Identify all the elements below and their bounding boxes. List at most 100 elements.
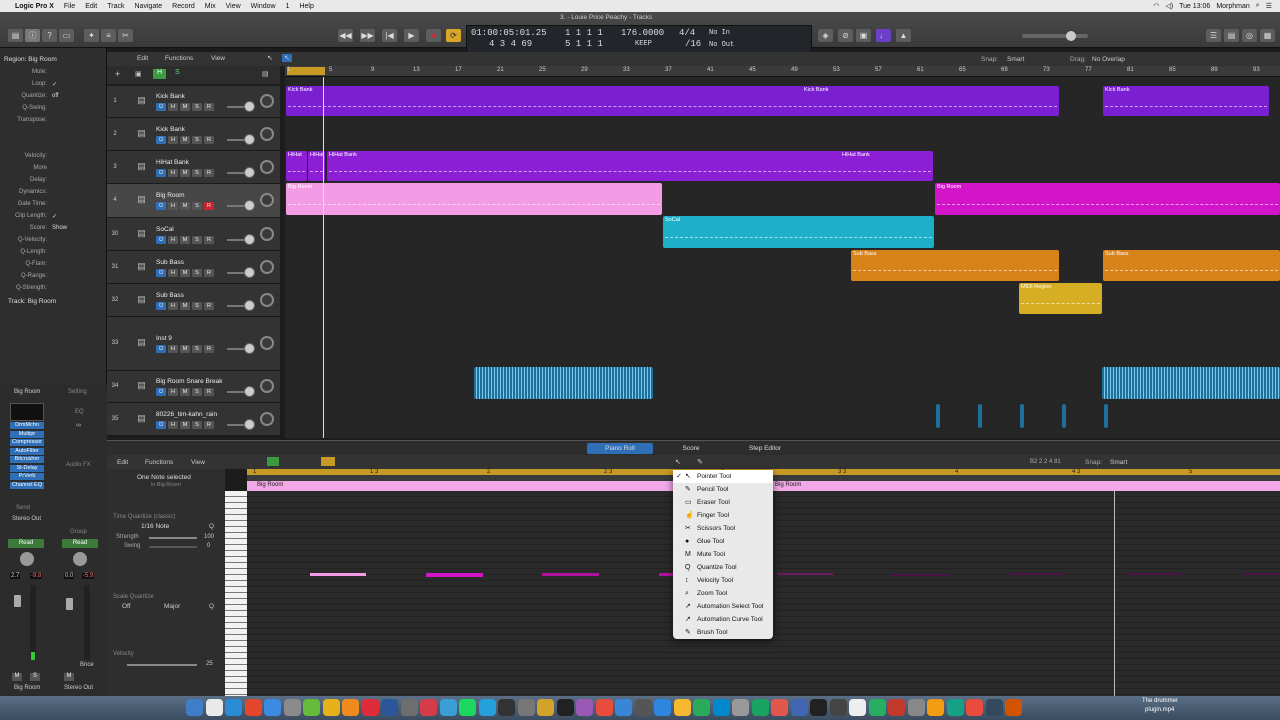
track-header[interactable]: 30 ▤ SoCal ⏻ H M S R <box>107 218 280 251</box>
region[interactable]: Kick Bank <box>1103 86 1269 116</box>
arrange-ruler[interactable]: 1 5 9 13 17 21 25 29 33 37 41 45 49 53 57 61 65 69 73 77 81 8… <box>285 66 1280 77</box>
instrument-icon[interactable]: ▤ <box>133 94 150 107</box>
record-button[interactable]: ● <box>426 29 441 42</box>
help-button[interactable]: ? <box>42 29 57 42</box>
solo-button[interactable]: S <box>192 236 202 244</box>
track-header[interactable]: 35 ▤ 80226_tim-kahn_rain ⏻ H M S R <box>107 403 280 436</box>
inspector-row[interactable]: Q-Range: <box>0 273 105 283</box>
automation-read-2[interactable]: Read <box>62 539 98 548</box>
arrange-area[interactable]: Kick Bank Kick Bank Kick Bank HiHat HiHat HiH… <box>285 66 1280 438</box>
metronome-icon-button[interactable]: ▲ <box>896 29 911 42</box>
audio-region[interactable] <box>936 404 940 428</box>
inspector-row-value[interactable]: ✓ <box>52 213 57 220</box>
menu-window[interactable]: Window <box>246 3 281 10</box>
record-enable-button[interactable]: R <box>204 345 214 353</box>
region[interactable]: Kick Bank <box>286 86 1059 116</box>
bounce-label[interactable]: Bnce <box>80 662 94 668</box>
volume-value-2[interactable]: 0.0 <box>64 573 75 579</box>
menu-record[interactable]: Record <box>167 3 200 10</box>
midi-note[interactable] <box>1126 573 1182 575</box>
tab-step-editor[interactable]: Step Editor <box>735 443 795 454</box>
mute-button[interactable]: M <box>180 345 190 353</box>
fader-2[interactable] <box>66 598 73 610</box>
record-enable-button[interactable]: R <box>204 202 214 210</box>
tool-menu-item[interactable]: ● Glue Tool <box>673 535 773 548</box>
mute-button[interactable]: M <box>180 421 190 429</box>
track-name[interactable]: Sub Bass <box>156 292 184 299</box>
mute-button[interactable]: M <box>180 269 190 277</box>
dock-app-icon[interactable] <box>829 699 847 716</box>
solo-button[interactable]: S <box>192 136 202 144</box>
hide-track-button[interactable]: H <box>168 421 178 429</box>
dock-app-icon[interactable] <box>342 699 359 716</box>
count-in-button[interactable]: ▣ <box>856 29 871 42</box>
midi-note[interactable] <box>659 573 673 576</box>
volume-icon[interactable]: ◁) <box>1165 2 1173 10</box>
dock-app-icon[interactable] <box>498 699 515 716</box>
inspector-row[interactable]: Score: Show <box>0 225 105 235</box>
inspector-row[interactable]: Clip Length: ✓ <box>0 213 105 223</box>
dock-app-icon[interactable] <box>576 699 593 716</box>
region[interactable]: HiHat <box>286 151 307 181</box>
dock-app-icon[interactable] <box>244 699 262 716</box>
inspector-row[interactable]: Q-Velocity: <box>0 237 105 247</box>
solo-button[interactable]: S <box>192 103 202 111</box>
play-button[interactable]: ▶ <box>404 29 419 42</box>
hide-track-button[interactable]: H <box>168 169 178 177</box>
hide-track-button[interactable]: H <box>168 136 178 144</box>
link-icon[interactable]: ∞ <box>76 422 81 429</box>
swing-value[interactable]: 0 <box>207 543 210 549</box>
tuner-button[interactable]: ◈ <box>818 29 833 42</box>
midi-note[interactable] <box>426 573 483 577</box>
tab-piano-roll[interactable]: Piano Roll <box>587 443 653 454</box>
instrument-icon[interactable]: ▤ <box>133 193 150 206</box>
track-header[interactable]: 32 ▤ Sub Bass ⏻ H M S R <box>107 284 280 317</box>
tool-menu-item[interactable]: ⌕ Zoom Tool <box>673 587 773 600</box>
dock-app-icon[interactable] <box>634 699 652 716</box>
power-button[interactable]: ⏻ <box>156 269 166 277</box>
swing-slider[interactable] <box>149 546 197 548</box>
plugin-slot[interactable]: PrVerb <box>10 473 44 480</box>
track-pan-knob[interactable] <box>260 227 274 241</box>
track-volume-knob[interactable] <box>244 267 255 278</box>
inspector-row[interactable]: Q-Length: <box>0 249 105 259</box>
pr-view-menu[interactable]: View <box>191 459 205 466</box>
menu-file[interactable]: File <box>59 3 80 10</box>
dock-app-icon[interactable] <box>751 699 769 716</box>
browser-button[interactable]: ▦ <box>1260 29 1275 42</box>
inspector-row[interactable]: Q-Flam: <box>0 261 105 271</box>
solo-button[interactable]: S <box>192 388 202 396</box>
record-enable-button[interactable]: R <box>204 388 214 396</box>
rewind-button[interactable]: ◀◀ <box>338 29 353 42</box>
power-button[interactable]: ⏻ <box>156 236 166 244</box>
solo-button[interactable]: S <box>192 269 202 277</box>
mute-button[interactable]: M <box>180 388 190 396</box>
track-pan-knob[interactable] <box>260 193 274 207</box>
mute-button[interactable]: M <box>180 202 190 210</box>
inspector-row-value[interactable]: Show <box>52 225 67 231</box>
lcd-tempo[interactable]: 176.0000 <box>621 28 664 38</box>
dock-app-icon[interactable] <box>186 699 203 716</box>
pr-playhead[interactable] <box>1114 491 1115 696</box>
tool-menu-item[interactable]: ☝ Finger Tool <box>673 509 773 522</box>
dock-app-icon[interactable] <box>810 699 827 716</box>
instrument-icon[interactable]: ▤ <box>133 160 150 173</box>
drag-select[interactable]: No Overlap <box>1092 56 1125 63</box>
audio-fx-slot[interactable]: Audio FX <box>66 462 91 468</box>
plugin-slot[interactable]: Multipr <box>10 430 44 438</box>
hide-track-button[interactable]: H <box>168 302 178 310</box>
tool-menu-item[interactable]: ↕ Velocity Tool <box>673 574 773 587</box>
menu-1[interactable]: 1 <box>281 3 295 10</box>
solo-button[interactable]: S <box>192 345 202 353</box>
mute-button[interactable]: M <box>180 136 190 144</box>
hide-track-button[interactable]: H <box>168 103 178 111</box>
region[interactable]: Kick Bank <box>802 86 862 96</box>
solo-button[interactable]: S <box>192 202 202 210</box>
velocity-value[interactable]: 25 <box>206 661 213 667</box>
inspector-row[interactable]: Velocity: <box>0 153 105 163</box>
marquee-tool-icon[interactable]: ↖ <box>282 54 292 62</box>
audio-region[interactable] <box>1104 404 1108 428</box>
solo-button[interactable]: ⊘ <box>838 29 853 42</box>
track-volume-knob[interactable] <box>244 200 255 211</box>
track-pan-knob[interactable] <box>260 127 274 141</box>
